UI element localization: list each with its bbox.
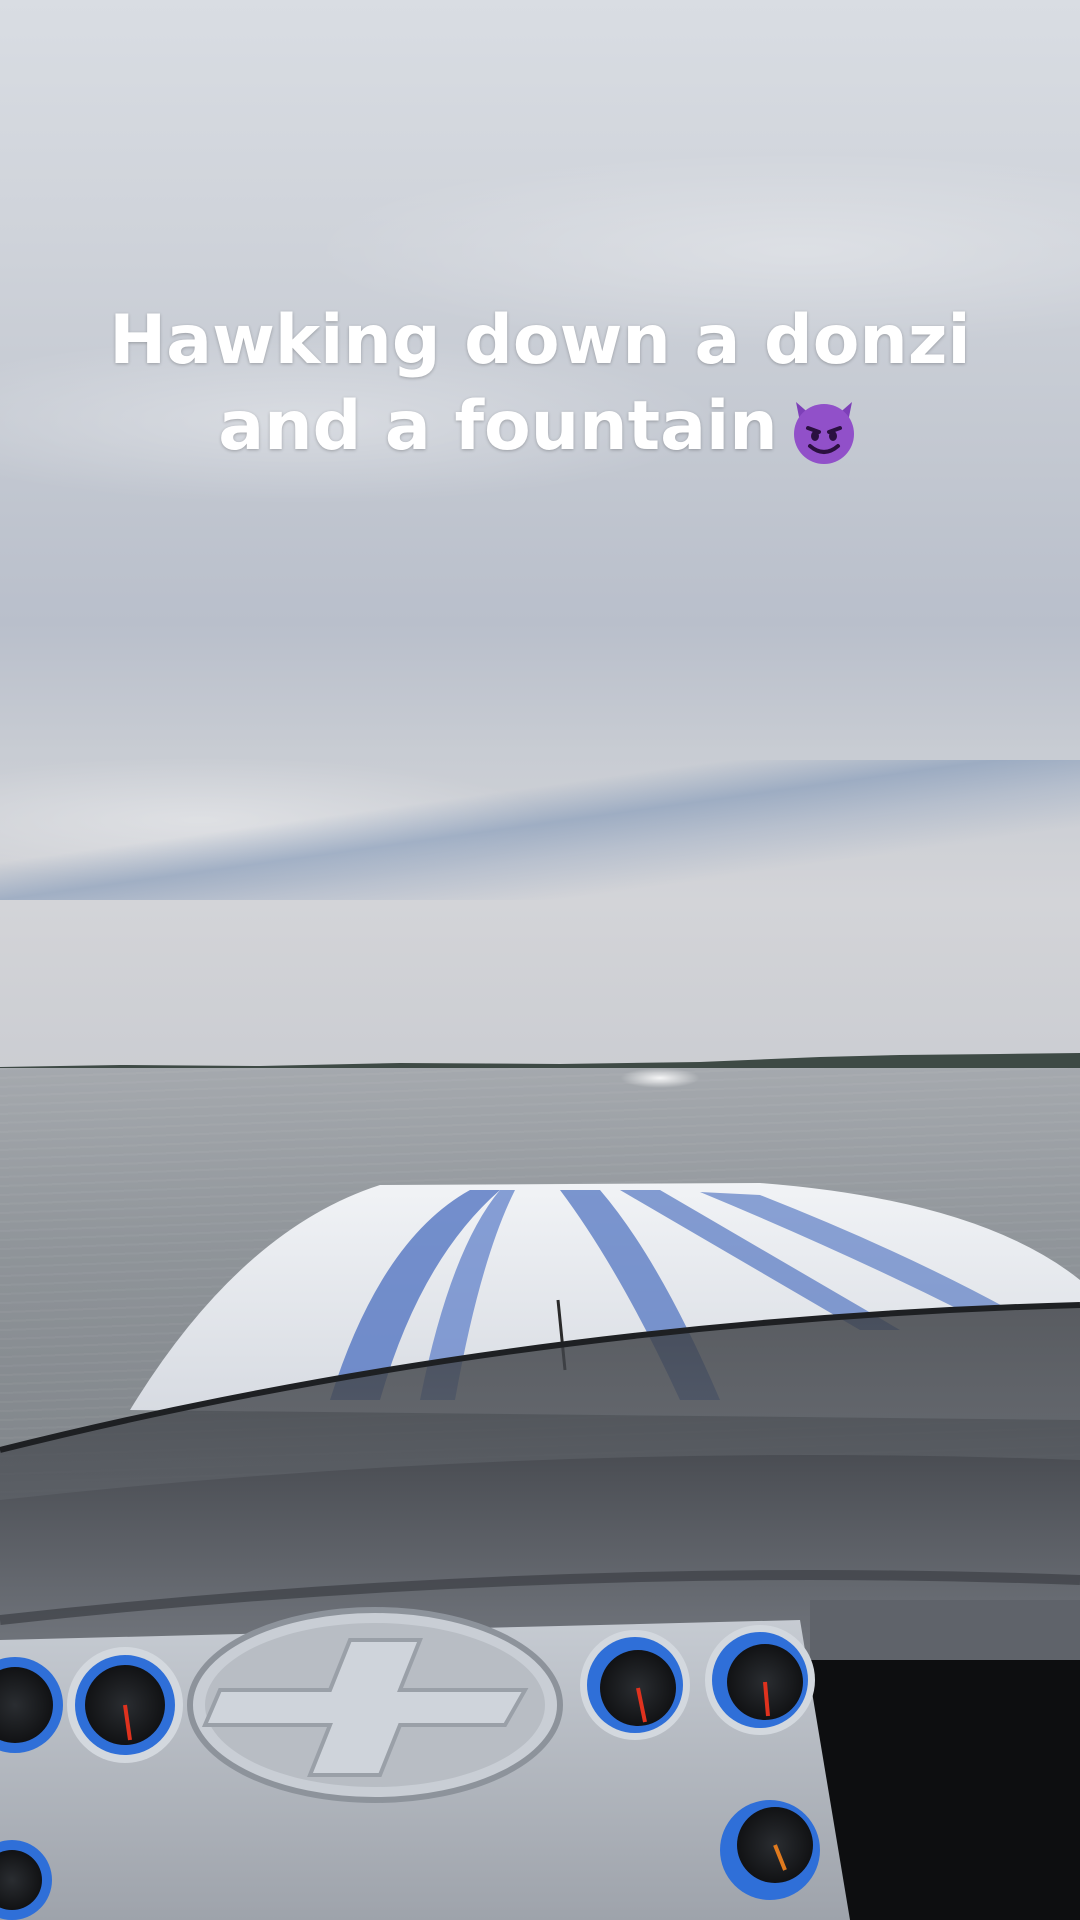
story-caption: Hawking down a donzi and a fountain xyxy=(90,298,990,470)
caption-line-1: Hawking down a donzi xyxy=(109,301,971,380)
video-frame: Hawking down a donzi and a fountain xyxy=(0,0,1080,1920)
boat-bow-and-dash xyxy=(0,1183,1080,1920)
smiling-devil-icon xyxy=(793,402,854,465)
caption-line-2-wrap: and a fountain xyxy=(90,384,990,470)
caption-line-2: and a fountain xyxy=(218,387,778,466)
